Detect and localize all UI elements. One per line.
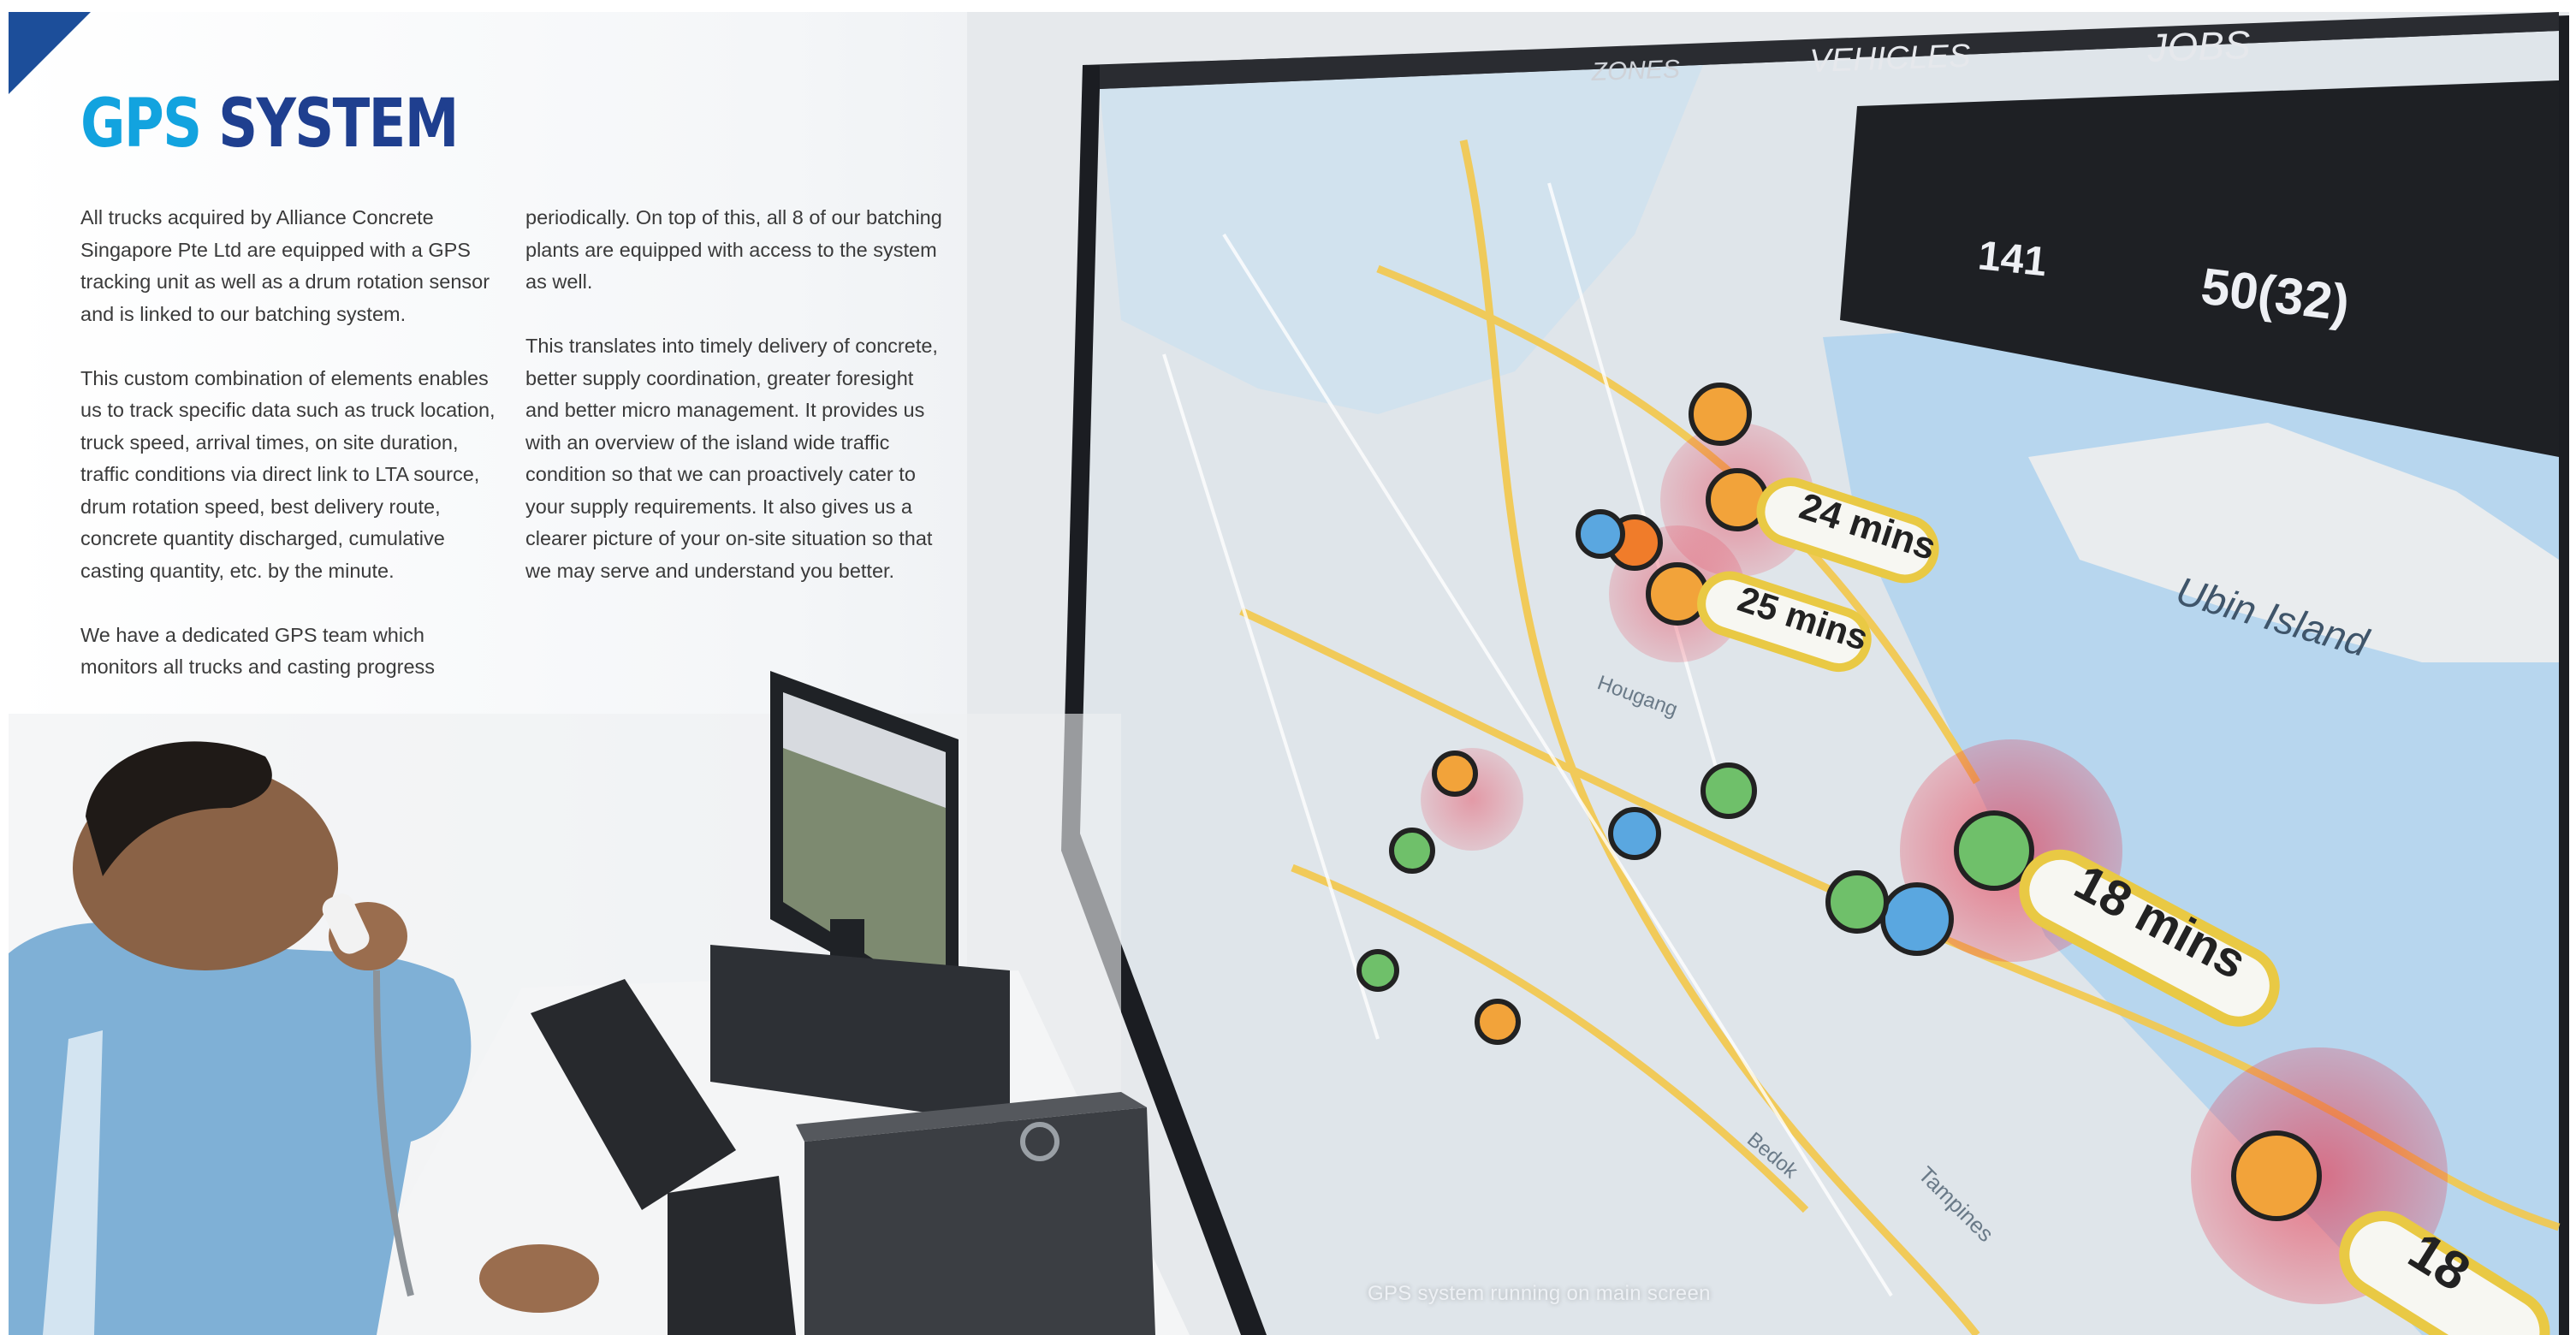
corner-tab [9,12,91,94]
page-title: GPS SYSTEM [80,91,459,157]
paragraph: This custom combination of elements enab… [80,366,496,582]
paragraph: We have a dedicated GPS team which monit… [80,623,436,679]
title-gps: GPS [80,86,202,163]
photo-caption: GPS system running on main screen [1368,1282,1711,1305]
text-column-2: periodically. On top of this, all 8 of o… [525,202,945,620]
paragraph: All trucks acquired by Alliance Concrete… [80,206,490,325]
title-system: SYSTEM [218,86,459,163]
menu-zones: ZONES [1590,55,1680,86]
brochure-page: ZONES VEHICLES JOBS 141 50(32) 24 mins 2… [9,12,2569,1335]
menu-jobs: JOBS [2146,22,2252,70]
paragraph: periodically. On top of this, all 8 of o… [525,206,942,293]
stat-trucks: 141 [1976,233,2049,285]
menu-vehicles: VEHICLES [1809,38,1971,80]
main-screen: ZONES VEHICLES JOBS 141 50(32) 24 mins 2… [1061,12,2569,1335]
text-column-1: All trucks acquired by Alliance Concrete… [80,202,500,715]
paragraph: This translates into timely delivery of … [525,335,938,582]
